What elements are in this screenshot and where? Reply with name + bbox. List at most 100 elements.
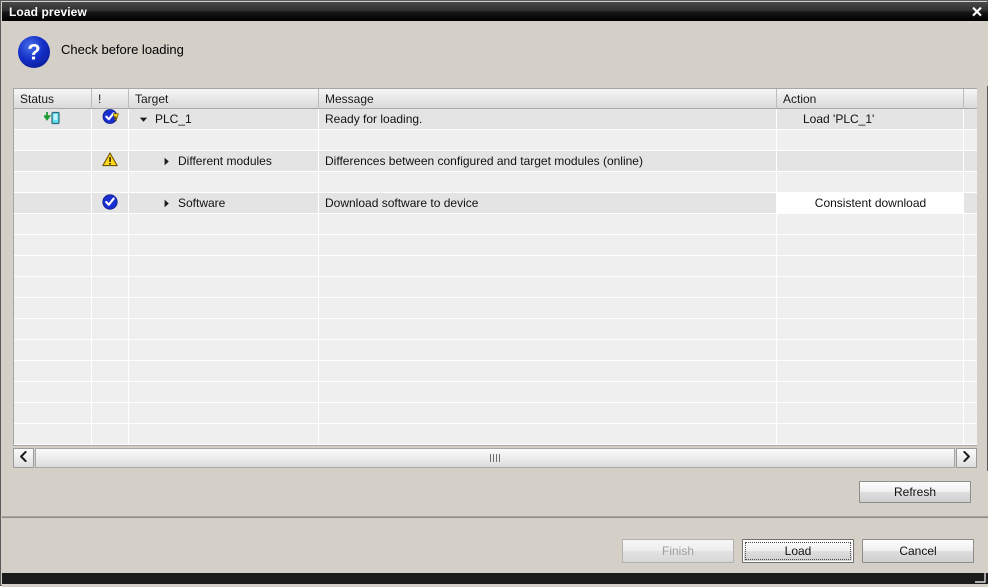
cell-action <box>777 382 964 402</box>
column-header-action[interactable]: Action <box>777 89 964 108</box>
table-row[interactable] <box>14 382 977 403</box>
cell-target <box>129 340 319 360</box>
column-header-target[interactable]: Target <box>129 89 319 108</box>
cell-status <box>14 235 92 255</box>
dialog-header: ? Check before loading <box>2 21 988 86</box>
bottom-strip <box>2 573 988 584</box>
cell-spacer <box>964 214 977 234</box>
cell-target <box>129 298 319 318</box>
table-row[interactable] <box>14 319 977 340</box>
cell-spacer <box>964 382 977 402</box>
table-row[interactable]: Different modules Differences between co… <box>14 151 977 172</box>
action-select-consistent-download[interactable]: Consistent download <box>777 193 964 213</box>
cell-action <box>777 424 964 444</box>
cell-status <box>14 298 92 318</box>
table-row[interactable] <box>14 235 977 256</box>
horizontal-scrollbar[interactable] <box>13 447 977 469</box>
cell-warning <box>92 424 129 444</box>
table-row[interactable]: PLC_1 Ready for loading. Load 'PLC_1' <box>14 109 977 130</box>
cell-action <box>777 151 964 171</box>
scrollbar-thumb[interactable] <box>35 448 955 468</box>
cell-spacer <box>964 319 977 339</box>
cell-action <box>777 319 964 339</box>
table-row[interactable] <box>14 256 977 277</box>
chevron-down-icon[interactable] <box>139 115 148 124</box>
cell-warning <box>92 382 129 402</box>
cell-spacer <box>964 403 977 423</box>
cell-target <box>129 235 319 255</box>
cell-action <box>777 256 964 276</box>
cell-message: Ready for loading. <box>319 109 777 129</box>
cell-status <box>14 424 92 444</box>
cell-warning <box>92 193 129 213</box>
scroll-left-button[interactable] <box>13 448 34 468</box>
cell-warning <box>92 277 129 297</box>
download-to-device-icon <box>42 111 61 128</box>
header-label: Check before loading <box>61 42 184 57</box>
resize-grip-icon[interactable] <box>974 572 986 583</box>
cell-warning <box>92 298 129 318</box>
scrollbar-track[interactable] <box>35 448 955 468</box>
close-icon[interactable] <box>967 2 987 21</box>
cell-target <box>129 361 319 381</box>
table-row[interactable] <box>14 298 977 319</box>
cell-warning <box>92 340 129 360</box>
footer-divider <box>2 517 988 518</box>
column-header-status[interactable]: Status <box>14 89 92 108</box>
cell-target: Software <box>129 193 319 213</box>
cell-target <box>129 403 319 423</box>
cell-message <box>319 340 777 360</box>
cell-target <box>129 214 319 234</box>
chevron-right-icon[interactable] <box>162 157 171 166</box>
cell-action <box>777 361 964 381</box>
refresh-button[interactable]: Refresh <box>859 481 971 503</box>
table-header-row: Status ! Target Message Action <box>14 89 977 109</box>
cell-status <box>14 340 92 360</box>
cell-action <box>777 298 964 318</box>
cancel-button[interactable]: Cancel <box>862 539 974 563</box>
table-row[interactable] <box>14 277 977 298</box>
column-header-warning[interactable]: ! <box>92 89 129 108</box>
cell-warning <box>92 151 129 171</box>
table-row[interactable] <box>14 403 977 424</box>
warning-triangle-icon <box>102 152 118 170</box>
cell-action <box>777 235 964 255</box>
cell-spacer <box>964 235 977 255</box>
cell-status <box>14 172 92 192</box>
table-row[interactable] <box>14 172 977 193</box>
table-row[interactable] <box>14 424 977 445</box>
cell-message <box>319 319 777 339</box>
cell-message <box>319 424 777 444</box>
table-row[interactable] <box>14 214 977 235</box>
cell-status <box>14 403 92 423</box>
cell-spacer <box>964 193 977 213</box>
svg-text:?: ? <box>27 40 40 65</box>
chevron-right-icon[interactable] <box>162 199 171 208</box>
cell-warning <box>92 235 129 255</box>
cell-message <box>319 361 777 381</box>
table-row[interactable] <box>14 130 977 151</box>
table-row[interactable] <box>14 361 977 382</box>
cell-action: Load 'PLC_1' <box>777 109 964 129</box>
cell-target <box>129 256 319 276</box>
cell-spacer <box>964 130 977 150</box>
table-row[interactable] <box>14 340 977 361</box>
cell-target <box>129 130 319 150</box>
column-header-message[interactable]: Message <box>319 89 777 108</box>
cell-target: Different modules <box>129 151 319 171</box>
question-circle-icon: ? <box>17 35 51 69</box>
cell-status <box>14 277 92 297</box>
cell-message: Download software to device <box>319 193 777 213</box>
load-button[interactable]: Load <box>742 539 854 563</box>
cell-warning <box>92 109 129 129</box>
cell-target <box>129 172 319 192</box>
cell-action <box>777 130 964 150</box>
cell-status <box>14 319 92 339</box>
cell-message <box>319 214 777 234</box>
cell-warning <box>92 130 129 150</box>
finish-button[interactable]: Finish <box>622 539 734 563</box>
scroll-right-button[interactable] <box>956 448 977 468</box>
cell-spacer <box>964 109 977 129</box>
table-row[interactable]: Software Download software to device Con… <box>14 193 977 214</box>
cell-target <box>129 382 319 402</box>
